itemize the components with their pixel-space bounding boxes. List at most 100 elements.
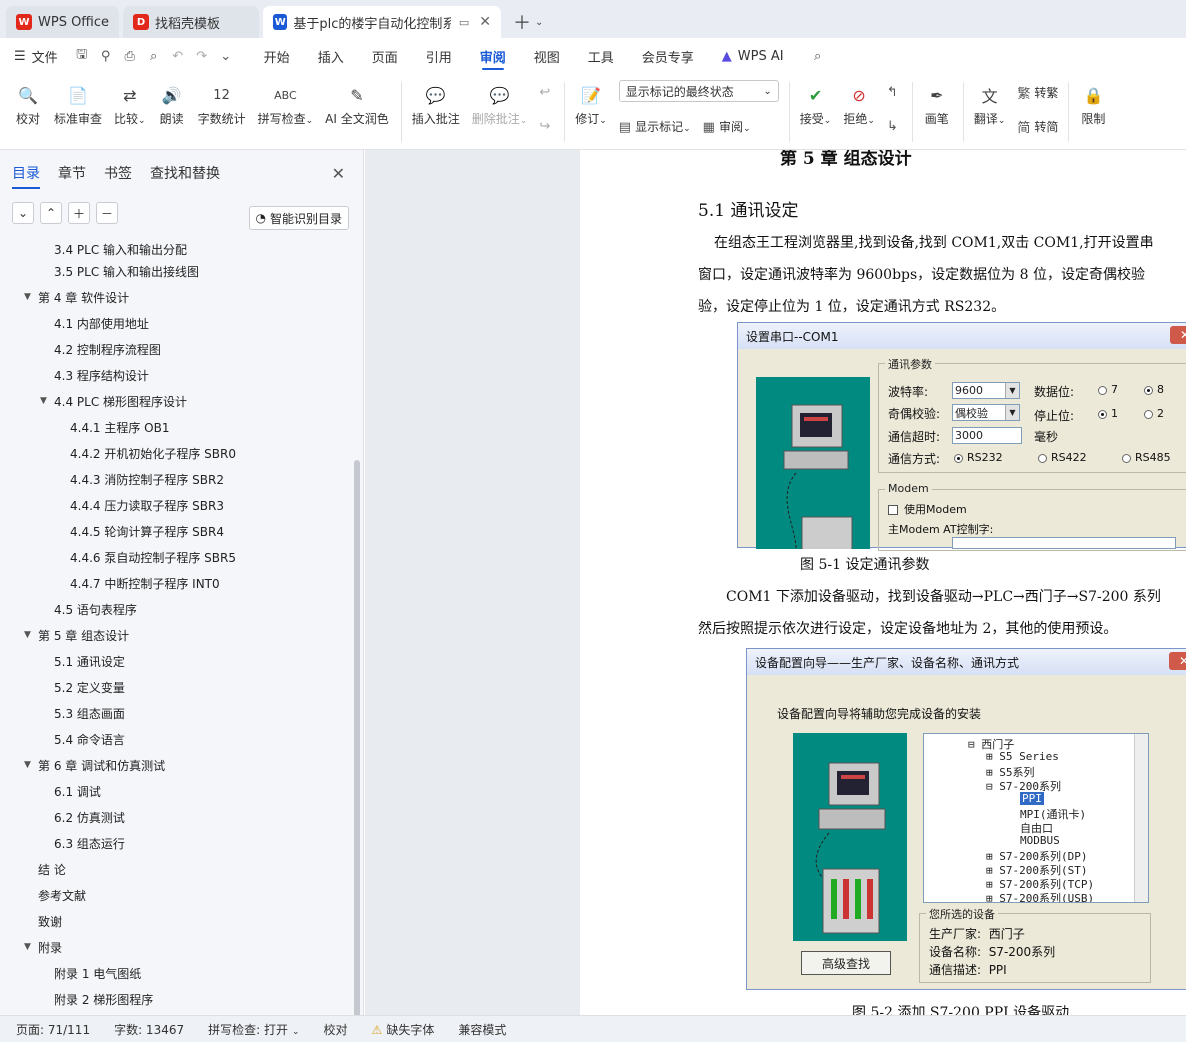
tab-references[interactable]: 引用 <box>426 38 452 74</box>
expand-up-button[interactable]: ⌃ <box>40 202 62 224</box>
add-heading-button[interactable]: ＋ <box>68 202 90 224</box>
review-pane-button[interactable]: ▦ 审阅⌄ <box>703 118 751 135</box>
spell-check-button[interactable]: ABC 拼写检查⌄ <box>258 80 314 127</box>
toc-item[interactable]: 结 论 <box>0 856 352 882</box>
toc-item[interactable]: 4.4.4 压力读取子程序 SBR3 <box>0 492 352 518</box>
toc-item[interactable]: 6.3 组态运行 <box>0 830 352 856</box>
save-icon[interactable]: 🖫 <box>72 46 92 66</box>
word-count-button[interactable]: 12 字数统计 <box>198 80 246 127</box>
next-comment-button[interactable]: ↪ <box>539 114 554 138</box>
close-tab-icon[interactable]: ✕ <box>479 14 491 30</box>
tab-member[interactable]: 会员专享 <box>642 38 694 74</box>
prev-change-button[interactable]: ↰ <box>887 80 902 104</box>
toc-item[interactable]: 4.4.7 中断控制子程序 INT0 <box>0 570 352 596</box>
toc-item[interactable]: 6.2 仿真测试 <box>0 804 352 830</box>
tab-start[interactable]: 开始 <box>264 38 290 74</box>
toc-item[interactable]: 6.1 调试 <box>0 778 352 804</box>
toc-item[interactable]: 致谢 <box>0 908 352 934</box>
toc-item[interactable]: 附录 2 梯形图程序 <box>0 986 352 1012</box>
expand-arrow-icon[interactable]: ▼ <box>40 396 54 406</box>
tab-view[interactable]: 视图 <box>534 38 560 74</box>
toc-item[interactable]: 4.4.1 主程序 OB1 <box>0 414 352 440</box>
toc-item[interactable]: 4.3 程序结构设计 <box>0 362 352 388</box>
tab-insert[interactable]: 插入 <box>318 38 344 74</box>
toc-item[interactable]: 3.4 PLC 输入和输出分配 <box>0 238 352 258</box>
toc-item[interactable]: ▼ 附录 <box>0 934 352 960</box>
chevron-down-icon[interactable]: ⌄ <box>216 46 236 66</box>
page-indicator[interactable]: 页面: 71/111 <box>16 1021 90 1038</box>
tab-document[interactable]: W 基于plc的楼宇自动化控制系统 ▭ ✕ <box>263 6 502 38</box>
undo-icon[interactable]: ↶ <box>168 46 188 66</box>
toc-item[interactable]: 3.5 PLC 输入和输出接线图 <box>0 258 352 284</box>
toc-item[interactable]: 4.1 内部使用地址 <box>0 310 352 336</box>
read-aloud-button[interactable]: 🔊 朗读 <box>158 80 186 127</box>
next-change-button[interactable]: ↳ <box>887 114 902 138</box>
tab-docer[interactable]: D 找稻壳模板 <box>123 6 260 38</box>
toc-item[interactable]: 5.1 通讯设定 <box>0 648 352 674</box>
wps-ai-button[interactable]: ▲ WPS AI <box>722 38 784 74</box>
toc-item[interactable]: 4.2 控制程序流程图 <box>0 336 352 362</box>
toc-item[interactable]: 4.4.2 开机初始化子程序 SBR0 <box>0 440 352 466</box>
toc-item[interactable]: ▼ 第 4 章 软件设计 <box>0 284 352 310</box>
spell-check-label: 拼写检查 <box>257 112 306 126</box>
toc-item[interactable]: ▼ 第 5 章 组态设计 <box>0 622 352 648</box>
close-icon[interactable]: ✕ <box>332 164 345 183</box>
toc-item[interactable]: 参考文献 <box>0 882 352 908</box>
redo-icon[interactable]: ↷ <box>192 46 212 66</box>
reject-button[interactable]: ⊘ 拒绝⌄ <box>843 80 875 127</box>
expand-arrow-icon[interactable]: ▼ <box>24 942 38 952</box>
toc-item[interactable]: 4.5 语句表程序 <box>0 596 352 622</box>
toc-item[interactable]: 4.4.6 泵自动控制子程序 SBR5 <box>0 544 352 570</box>
toc-scrollbar[interactable] <box>354 460 360 1020</box>
pen-button[interactable]: ✒ 画笔 <box>923 80 951 127</box>
nav-tab-find-replace[interactable]: 查找和替换 <box>150 163 220 183</box>
monitor-icon[interactable]: ▭ <box>459 16 469 29</box>
toc-item[interactable]: 4.4.5 轮询计算子程序 SBR4 <box>0 518 352 544</box>
markup-state-dropdown[interactable]: 显示标记的最终状态 ⌄ <box>618 80 779 102</box>
expand-arrow-icon[interactable]: ▼ <box>24 760 38 770</box>
share-icon[interactable]: ⚲ <box>96 46 116 66</box>
standard-review-button[interactable]: 📄 标准审查 <box>54 80 102 127</box>
compare-button[interactable]: ⇄ 比较⌄ <box>114 80 146 127</box>
collapse-down-button[interactable]: ⌄ <box>12 202 34 224</box>
nav-tab-toc[interactable]: 目录 <box>12 163 40 189</box>
expand-arrow-icon[interactable]: ▼ <box>24 630 38 640</box>
tab-review[interactable]: 审阅 <box>480 38 506 74</box>
ai-polish-button[interactable]: ✎ AI 全文润色 <box>325 80 389 127</box>
tab-wps-office[interactable]: W WPS Office <box>6 6 120 38</box>
restrict-button[interactable]: 🔒 限制 <box>1079 80 1107 127</box>
to-traditional-button[interactable]: 繁转繁 <box>1017 80 1058 104</box>
toc-item[interactable]: 附录 1 电气图纸 <box>0 960 352 986</box>
search-icon[interactable]: ⌕ <box>808 46 828 66</box>
delete-comment-button[interactable]: 💬 删除批注⌄ <box>472 80 528 127</box>
track-changes-button[interactable]: 📝 修订⌄ <box>575 80 607 127</box>
prev-comment-button[interactable]: ↩ <box>539 80 554 104</box>
toc-item[interactable]: ▼ 4.4 PLC 梯形图程序设计 <box>0 388 352 414</box>
tab-tools[interactable]: 工具 <box>588 38 614 74</box>
file-menu[interactable]: ☰ 文件 <box>14 47 58 66</box>
nav-tab-bookmarks[interactable]: 书签 <box>104 163 132 183</box>
spell-check-status[interactable]: 拼写检查: 打开 ⌄ <box>208 1021 299 1038</box>
tab-page[interactable]: 页面 <box>372 38 398 74</box>
print-preview-icon[interactable]: ⌕ <box>144 46 164 66</box>
word-count[interactable]: 字数: 13467 <box>114 1021 184 1038</box>
nav-tab-sections[interactable]: 章节 <box>58 163 86 183</box>
toc-item[interactable]: ▼ 第 6 章 调试和仿真测试 <box>0 752 352 778</box>
to-simplified-button[interactable]: 简转简 <box>1017 114 1058 138</box>
accept-button[interactable]: ✔ 接受⌄ <box>800 80 832 127</box>
missing-font-status[interactable]: ⚠ 缺失字体 <box>372 1021 435 1038</box>
expand-arrow-icon[interactable]: ▼ <box>24 292 38 302</box>
proof-status[interactable]: 校对 <box>324 1021 348 1038</box>
proofread-button[interactable]: 🔍 校对 <box>14 80 42 127</box>
translate-button[interactable]: 文翻译⌄ <box>974 80 1006 127</box>
insert-comment-button[interactable]: 💬 插入批注 <box>412 80 460 127</box>
toc-item[interactable]: 4.4.3 消防控制子程序 SBR2 <box>0 466 352 492</box>
toc-item[interactable]: 5.2 定义变量 <box>0 674 352 700</box>
show-markup-button[interactable]: ▤ 显示标记⌄ <box>619 118 691 135</box>
toc-item[interactable]: 5.3 组态画面 <box>0 700 352 726</box>
remove-heading-button[interactable]: － <box>96 202 118 224</box>
toc-item[interactable]: 5.4 命令语言 <box>0 726 352 752</box>
new-tab-button[interactable]: ＋ ⌄ <box>505 6 551 38</box>
smart-toc-button[interactable]: ◔ 智能识别目录 <box>248 206 349 230</box>
print-icon[interactable]: ⎙ <box>120 46 140 66</box>
